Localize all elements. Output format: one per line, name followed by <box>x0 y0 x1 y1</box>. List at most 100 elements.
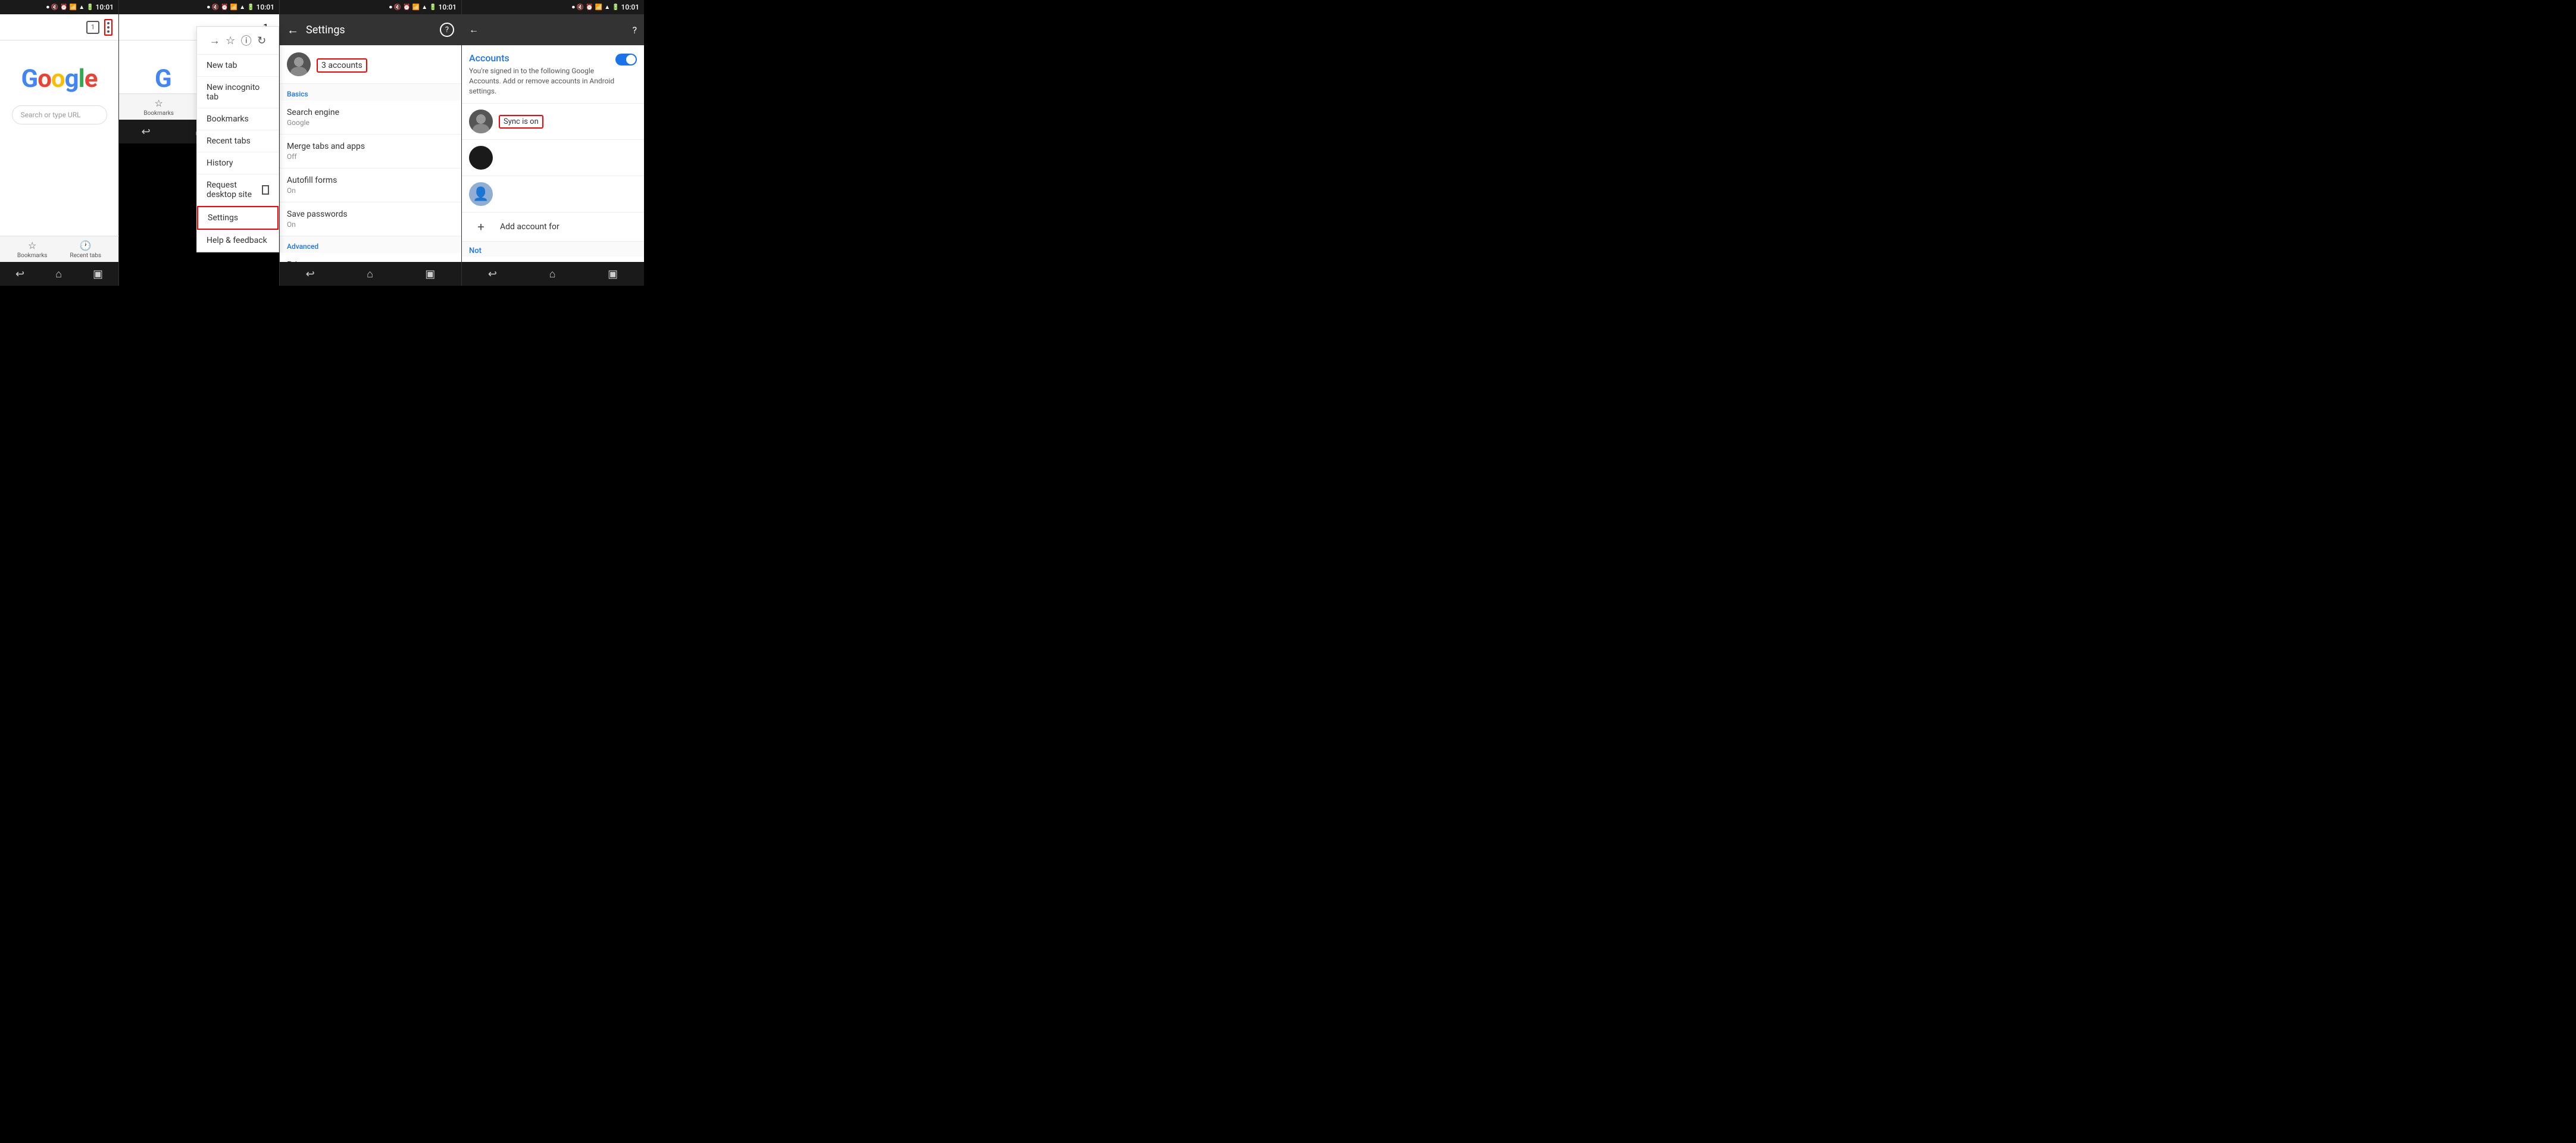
advanced-section-label: Advanced <box>280 236 461 253</box>
not-section-label: Not <box>462 242 644 257</box>
home-button-1[interactable]: ⌂ <box>55 268 62 280</box>
menu-item-settings[interactable]: Settings <box>197 206 279 230</box>
panel-settings: ⏺ 🔇 ⏰ 📶 ▲ 🔋 10:01 ← Settings ? 3 a <box>280 0 462 286</box>
incognito-row[interactable]: Go incognito to browse privately or sign… <box>462 257 644 262</box>
bookmarks-menu-label: Bookmarks <box>207 114 249 124</box>
menu-item-new-incognito-tab[interactable]: New incognito tab <box>197 77 279 108</box>
bookmarks-button-1[interactable]: ☆ Bookmarks <box>17 240 48 259</box>
settings-body: 3 accounts Basics Search engine Google M… <box>280 45 461 262</box>
autofill-value: On <box>287 186 454 195</box>
new-incognito-label: New incognito tab <box>207 83 269 102</box>
status-icons-2: ⏺ 🔇 ⏰ 📶 ▲ 🔋 10:01 <box>207 3 274 11</box>
bookmark-icon[interactable]: ☆ <box>226 35 235 47</box>
logo-g: G <box>21 64 38 93</box>
account-item-3[interactable]: 👤 <box>462 176 644 213</box>
home-button-3[interactable]: ⌂ <box>367 268 373 280</box>
logo-o1: o <box>37 64 51 93</box>
settings-label: Settings <box>208 213 238 223</box>
recent-label-1: Recent tabs <box>70 252 101 259</box>
back-arrow-accounts[interactable]: ← <box>469 24 479 36</box>
recents-button-3[interactable]: ▣ <box>425 268 435 280</box>
menu-item-recent-tabs[interactable]: Recent tabs <box>197 130 279 152</box>
back-arrow-settings[interactable]: ← <box>287 23 299 38</box>
bookmarks-label-1: Bookmarks <box>17 252 48 259</box>
status-icons-3: ⏺ 🔇 ⏰ 📶 ▲ 🔋 10:01 <box>389 3 457 11</box>
recents-button-1[interactable]: ▣ <box>93 268 103 280</box>
wifi-icon-2: 📶 <box>230 4 237 11</box>
account-avatar-1 <box>469 110 493 133</box>
plus-icon: + <box>469 220 493 234</box>
settings-header: ← Settings ? <box>280 14 461 45</box>
account-avatar-main <box>287 52 311 76</box>
nav-bar-3: ↩ ⌂ ▣ <box>280 262 461 286</box>
help-feedback-label: Help & feedback <box>207 236 267 245</box>
accounts-toggle[interactable] <box>615 54 637 65</box>
home-button-4[interactable]: ⌂ <box>549 268 556 280</box>
signal-icon-3: ▲ <box>421 4 427 11</box>
forward-icon[interactable]: → <box>210 35 220 47</box>
wifi-icon-4: 📶 <box>595 4 602 11</box>
merge-tabs-item[interactable]: Merge tabs and apps Off <box>280 135 461 168</box>
search-input-1[interactable]: Search or type URL <box>12 105 107 124</box>
menu-item-history[interactable]: History <box>197 152 279 174</box>
bookmarks-button-2[interactable]: ☆ Bookmarks <box>143 98 174 117</box>
bottom-tab-bar-1: ☆ Bookmarks 🕐 Recent tabs <box>0 236 119 262</box>
save-passwords-title: Save passwords <box>287 210 454 219</box>
add-account-row[interactable]: + Add account for <box>462 213 644 242</box>
time-display-1: 10:01 <box>96 3 114 11</box>
accounts-row[interactable]: 3 accounts <box>280 45 461 84</box>
autofill-title: Autofill forms <box>287 176 454 185</box>
account-avatar-3: 👤 <box>469 182 493 206</box>
nav-bar-1: ↩ ⌂ ▣ <box>0 262 118 286</box>
recents-button-4[interactable]: ▣ <box>608 268 618 280</box>
tab-count-button[interactable]: 1 <box>86 21 99 34</box>
autofill-item[interactable]: Autofill forms On <box>280 168 461 202</box>
request-desktop-checkbox[interactable] <box>262 185 270 195</box>
signal-icon-4: ▲ <box>604 4 610 11</box>
back-button-1[interactable]: ↩ <box>15 268 24 280</box>
account-item-1[interactable]: Sync is on <box>462 104 644 140</box>
recent-tabs-button-1[interactable]: 🕐 Recent tabs <box>70 240 101 259</box>
status-bar-4: ⏺ 🔇 ⏰ 📶 ▲ 🔋 10:01 <box>462 0 644 14</box>
account-item-2[interactable] <box>462 140 644 176</box>
time-display-3: 10:01 <box>439 3 457 11</box>
basics-section-label: Basics <box>280 84 461 101</box>
battery-icon-2: 🔋 <box>247 4 254 11</box>
menu-item-bookmarks[interactable]: Bookmarks <box>197 108 279 130</box>
wifi-icon: 📶 <box>70 4 77 11</box>
search-engine-item[interactable]: Search engine Google <box>280 101 461 135</box>
menu-toolbar: → ☆ ⓘ ↻ <box>197 27 279 55</box>
logo-g2: g <box>65 64 79 93</box>
privacy-item[interactable]: Privacy <box>280 253 461 262</box>
info-icon[interactable]: ⓘ <box>241 33 252 48</box>
menu-item-new-tab[interactable]: New tab <box>197 55 279 77</box>
menu-item-request-desktop[interactable]: Request desktop site <box>197 174 279 206</box>
overflow-menu-button[interactable] <box>104 19 112 36</box>
logo-e: e <box>85 64 98 93</box>
back-button-3[interactable]: ↩ <box>306 268 315 280</box>
google-logo: Google <box>21 64 98 93</box>
logo-l: l <box>79 64 85 93</box>
dot-1 <box>107 22 110 24</box>
accounts-header: ← ? <box>462 14 644 45</box>
help-button-settings[interactable]: ? <box>440 23 454 37</box>
panel-browser: ⏺ 🔇 ⏰ 📶 ▲ 🔋 10:01 1 Google Search or typ… <box>0 0 119 286</box>
back-button-2[interactable]: ↩ <box>142 126 151 138</box>
logo-o2: o <box>51 64 65 93</box>
save-passwords-item[interactable]: Save passwords On <box>280 202 461 236</box>
alarm-icon-3: ⏰ <box>403 4 410 11</box>
refresh-icon[interactable]: ↻ <box>257 35 266 47</box>
accounts-section-heading: Accounts You're signed in to the followi… <box>469 52 615 96</box>
help-button-accounts[interactable]: ? <box>632 24 637 36</box>
sync-status: Sync is on <box>499 115 543 129</box>
time-display-2: 10:01 <box>257 3 274 11</box>
dot-2 <box>107 26 110 29</box>
panel-menu: ⏺ 🔇 ⏰ 📶 ▲ 🔋 10:01 1 G → ☆ ⓘ ↻ <box>119 0 280 286</box>
status-icons-4: ⏺ 🔇 ⏰ 📶 ▲ 🔋 10:01 <box>572 3 639 11</box>
alarm-icon-4: ⏰ <box>586 4 593 11</box>
alarm-icon-2: ⏰ <box>221 4 228 11</box>
browser-content-1: Google Search or type URL <box>0 40 118 236</box>
nav-bar-4: ↩ ⌂ ▣ <box>462 262 644 286</box>
menu-item-help-feedback[interactable]: Help & feedback <box>197 230 279 252</box>
back-button-4[interactable]: ↩ <box>488 268 497 280</box>
